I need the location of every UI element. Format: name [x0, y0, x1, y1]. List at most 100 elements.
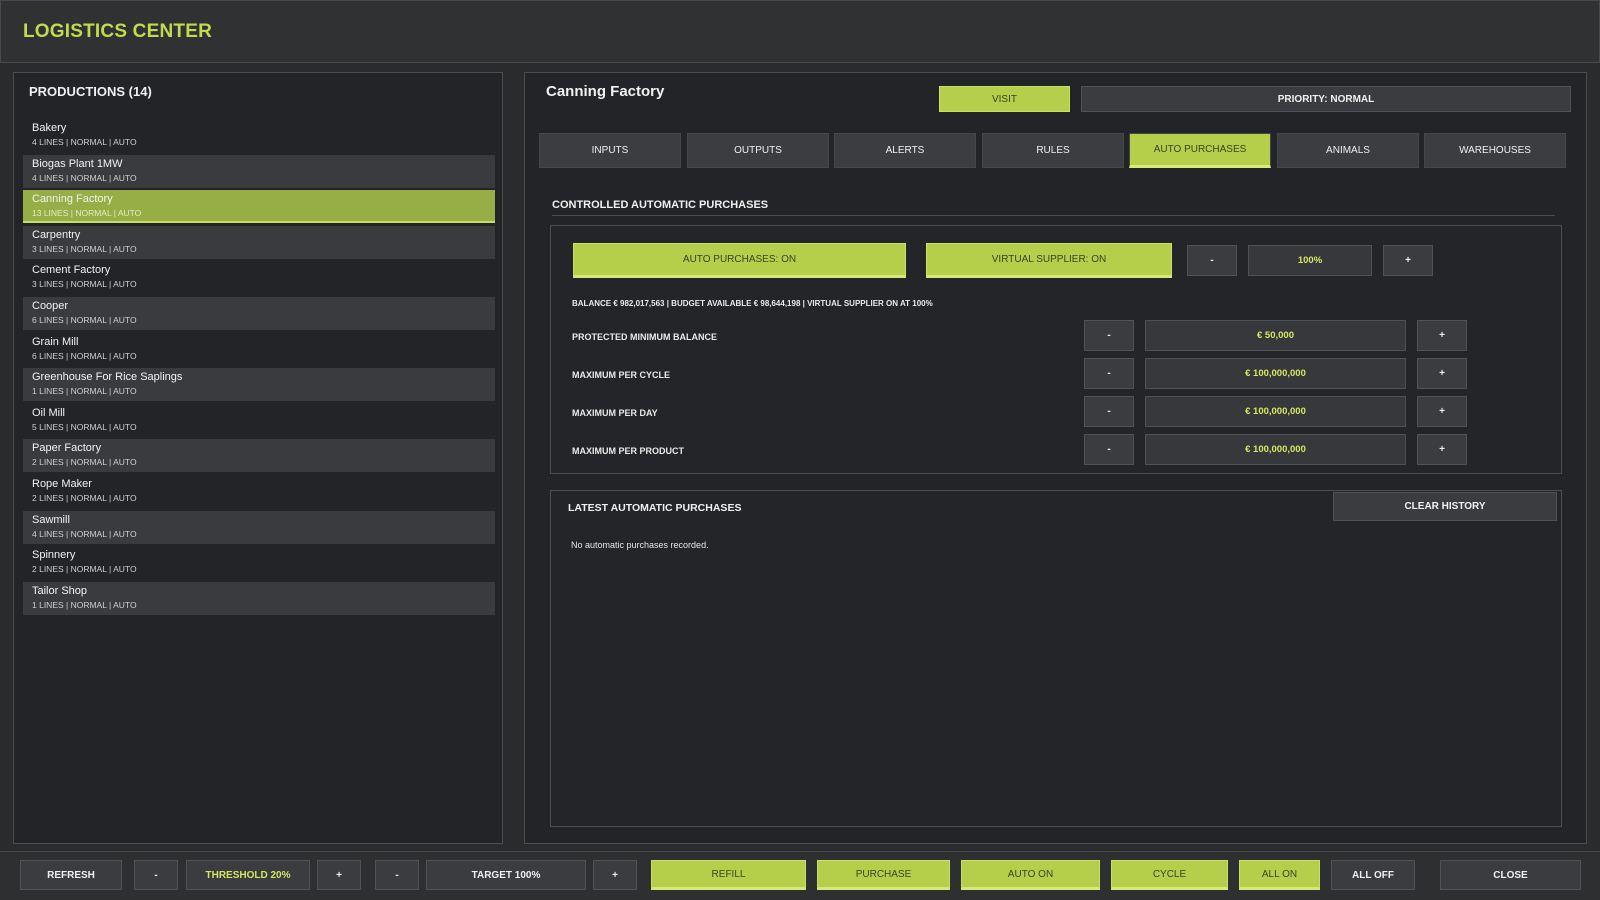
protected-minimum-balance-label: PROTECTED MINIMUM BALANCE	[572, 332, 717, 342]
production-item[interactable]: Bakery 4 LINES | NORMAL | AUTO	[23, 119, 495, 152]
tab-alerts[interactable]: ALERTS	[834, 133, 976, 168]
latest-purchases-box: LATEST AUTOMATIC PURCHASES CLEAR HISTORY…	[550, 490, 1562, 827]
production-item[interactable]: Tailor Shop 1 LINES | NORMAL | AUTO	[23, 582, 495, 615]
tab-outputs[interactable]: OUTPUTS	[687, 133, 829, 168]
production-item[interactable]: Biogas Plant 1MW 4 LINES | NORMAL | AUTO	[23, 155, 495, 188]
production-item[interactable]: Carpentry 3 LINES | NORMAL | AUTO	[23, 226, 495, 259]
production-info: 6 LINES | NORMAL | AUTO	[32, 351, 137, 361]
production-name: Tailor Shop	[32, 585, 88, 597]
priority-button[interactable]: PRIORITY: NORMAL	[1081, 86, 1571, 112]
production-item[interactable]: Spinnery 2 LINES | NORMAL | AUTO	[23, 546, 495, 579]
tab-animals[interactable]: ANIMALS	[1277, 133, 1419, 168]
production-item[interactable]: Paper Factory 2 LINES | NORMAL | AUTO	[23, 439, 495, 472]
purchase-button[interactable]: PURCHASE	[817, 860, 950, 890]
production-name: Grain Mill	[32, 336, 79, 348]
productions-title: PRODUCTIONS (14)	[29, 84, 152, 99]
threshold-decrease-button[interactable]: -	[134, 860, 178, 890]
auto-purchases-toggle[interactable]: AUTO PURCHASES: ON	[573, 243, 906, 278]
tab-warehouses[interactable]: WAREHOUSES	[1424, 133, 1566, 168]
maximum-per-day-decrease[interactable]: -	[1084, 396, 1134, 427]
section-divider	[552, 215, 1555, 216]
production-name: Cement Factory	[32, 264, 111, 276]
production-name: Biogas Plant 1MW	[32, 158, 123, 170]
production-name: Cooper	[32, 300, 69, 312]
footer-toolbar: REFRESH - THRESHOLD 20% + - TARGET 100% …	[0, 851, 1600, 900]
production-item[interactable]: Oil Mill 5 LINES | NORMAL | AUTO	[23, 404, 495, 437]
production-name: Spinnery	[32, 549, 76, 561]
protected-minimum-balance-decrease[interactable]: -	[1084, 320, 1134, 351]
production-item[interactable]: Cement Factory 3 LINES | NORMAL | AUTO	[23, 261, 495, 294]
target-value: TARGET 100%	[426, 860, 586, 890]
no-purchases-message: No automatic purchases recorded.	[571, 540, 709, 550]
maximum-per-product-label: MAXIMUM PER PRODUCT	[572, 446, 684, 456]
close-button[interactable]: CLOSE	[1440, 860, 1581, 890]
production-info: 3 LINES | NORMAL | AUTO	[32, 279, 137, 289]
app-title: LOGISTICS CENTER	[23, 21, 212, 42]
visit-button[interactable]: VISIT	[939, 86, 1070, 112]
maximum-per-product-value: € 100,000,000	[1145, 434, 1406, 465]
app-header: LOGISTICS CENTER	[0, 0, 1600, 63]
latest-purchases-title: LATEST AUTOMATIC PURCHASES	[568, 502, 742, 514]
production-info: 2 LINES | NORMAL | AUTO	[32, 564, 137, 574]
production-info: 6 LINES | NORMAL | AUTO	[32, 315, 137, 325]
maximum-per-cycle-label: MAXIMUM PER CYCLE	[572, 370, 671, 380]
target-decrease-button[interactable]: -	[375, 860, 419, 890]
production-name: Rope Maker	[32, 478, 92, 490]
productions-panel: PRODUCTIONS (14) Bakery 4 LINES | NORMAL …	[13, 72, 503, 844]
tab-rules[interactable]: RULES	[982, 133, 1124, 168]
maximum-per-cycle-decrease[interactable]: -	[1084, 358, 1134, 389]
clear-history-button[interactable]: CLEAR HISTORY	[1333, 492, 1557, 521]
target-increase-button[interactable]: +	[593, 860, 637, 890]
supplier-decrease-button[interactable]: -	[1187, 245, 1237, 276]
threshold-value: THRESHOLD 20%	[186, 860, 310, 890]
threshold-increase-button[interactable]: +	[317, 860, 361, 890]
tab-inputs[interactable]: INPUTS	[539, 133, 681, 168]
balance-line: BALANCE € 982,017,563 | BUDGET AVAILABLE…	[572, 299, 933, 308]
refresh-button[interactable]: REFRESH	[20, 860, 122, 890]
production-name: Bakery	[32, 122, 67, 134]
production-info: 4 LINES | NORMAL | AUTO	[32, 529, 137, 539]
production-info: 2 LINES | NORMAL | AUTO	[32, 493, 137, 503]
protected-minimum-balance-increase[interactable]: +	[1417, 320, 1467, 351]
maximum-per-product-decrease[interactable]: -	[1084, 434, 1134, 465]
detail-panel: Canning Factory VISIT PRIORITY: NORMAL I…	[524, 72, 1587, 844]
maximum-per-cycle-increase[interactable]: +	[1417, 358, 1467, 389]
production-name: Paper Factory	[32, 442, 102, 454]
all-off-button[interactable]: ALL OFF	[1331, 860, 1415, 890]
maximum-per-day-increase[interactable]: +	[1417, 396, 1467, 427]
production-name: Greenhouse For Rice Saplings	[32, 371, 183, 383]
production-info: 4 LINES | NORMAL | AUTO	[32, 137, 137, 147]
maximum-per-product-increase[interactable]: +	[1417, 434, 1467, 465]
production-item[interactable]: Greenhouse For Rice Saplings 1 LINES | NO…	[23, 368, 495, 401]
maximum-per-cycle-value: € 100,000,000	[1145, 358, 1406, 389]
production-item[interactable]: Canning Factory 13 LINES | NORMAL | AUTO	[23, 190, 495, 223]
production-item[interactable]: Rope Maker 2 LINES | NORMAL | AUTO	[23, 475, 495, 508]
all-on-button[interactable]: ALL ON	[1239, 860, 1320, 890]
controlled-purchases-box: AUTO PURCHASES: ON VIRTUAL SUPPLIER: ON …	[550, 225, 1562, 474]
supplier-increase-button[interactable]: +	[1383, 245, 1433, 276]
production-name: Oil Mill	[32, 407, 65, 419]
production-info: 1 LINES | NORMAL | AUTO	[32, 386, 137, 396]
production-item[interactable]: Sawmill 4 LINES | NORMAL | AUTO	[23, 511, 495, 544]
production-item[interactable]: Grain Mill 6 LINES | NORMAL | AUTO	[23, 333, 495, 366]
controlled-purchases-title: CONTROLLED AUTOMATIC PURCHASES	[552, 199, 769, 211]
production-info: 4 LINES | NORMAL | AUTO	[32, 173, 137, 183]
tab-auto-purchases[interactable]: AUTO PURCHASES	[1129, 133, 1271, 168]
production-info: 2 LINES | NORMAL | AUTO	[32, 457, 137, 467]
maximum-per-day-label: MAXIMUM PER DAY	[572, 408, 658, 418]
auto-on-button[interactable]: AUTO ON	[961, 860, 1100, 890]
production-info: 13 LINES | NORMAL | AUTO	[32, 208, 142, 218]
production-name: Canning Factory	[32, 193, 113, 205]
protected-minimum-balance-value: € 50,000	[1145, 320, 1406, 351]
production-item[interactable]: Cooper 6 LINES | NORMAL | AUTO	[23, 297, 495, 330]
production-name: Carpentry	[32, 229, 81, 241]
refill-button[interactable]: REFILL	[651, 860, 806, 890]
production-info: 1 LINES | NORMAL | AUTO	[32, 600, 137, 610]
production-info: 3 LINES | NORMAL | AUTO	[32, 244, 137, 254]
production-name: Sawmill	[32, 514, 70, 526]
virtual-supplier-toggle[interactable]: VIRTUAL SUPPLIER: ON	[926, 243, 1172, 278]
production-info: 5 LINES | NORMAL | AUTO	[32, 422, 137, 432]
cycle-button[interactable]: CYCLE	[1111, 860, 1228, 890]
supplier-percent-value: 100%	[1248, 245, 1372, 276]
detail-title: Canning Factory	[546, 83, 665, 100]
